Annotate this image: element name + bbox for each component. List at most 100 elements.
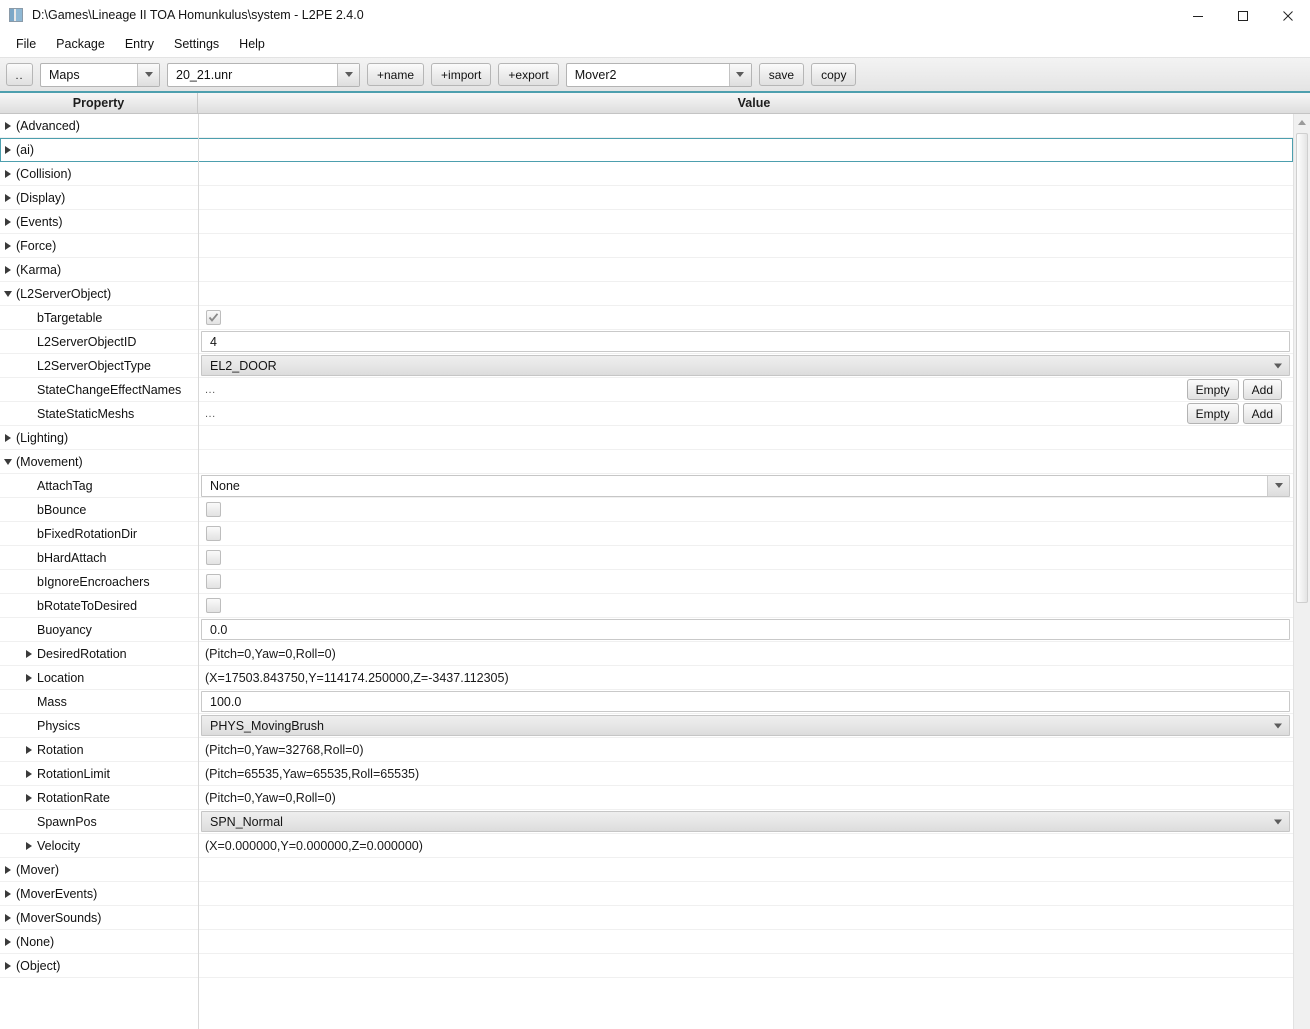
chevron-down-icon[interactable] xyxy=(1274,723,1282,728)
property-row[interactable]: L2ServerObjectID 4 xyxy=(0,330,1293,354)
expand-triangle-right-icon[interactable] xyxy=(0,937,16,946)
expand-triangle-right-icon[interactable] xyxy=(0,121,16,130)
property-row[interactable]: (ai) xyxy=(0,138,1293,162)
maximize-icon[interactable] xyxy=(1220,0,1265,31)
property-row[interactable]: StateChangeEffectNames... Empty Add xyxy=(0,378,1293,402)
property-row[interactable]: (Mover) xyxy=(0,858,1293,882)
checkbox-unchecked[interactable] xyxy=(206,574,221,589)
property-row[interactable]: Location (X=17503.843750,Y=114174.250000,… xyxy=(0,666,1293,690)
parent-dir-button[interactable]: .. xyxy=(6,63,33,86)
attach-tag-dropdown[interactable]: None xyxy=(201,474,1290,497)
close-icon[interactable] xyxy=(1265,0,1310,31)
value-dropdown[interactable]: EL2_DOOR xyxy=(201,355,1290,376)
column-header-property[interactable]: Property xyxy=(0,93,198,113)
menu-item-file[interactable]: File xyxy=(6,33,46,55)
column-splitter[interactable] xyxy=(198,114,199,1029)
expand-triangle-right-icon[interactable] xyxy=(0,217,16,226)
chevron-down-icon[interactable] xyxy=(1267,475,1289,496)
property-row[interactable]: Rotation (Pitch=0,Yaw=32768,Roll=0) xyxy=(0,738,1293,762)
scrollbar-thumb[interactable] xyxy=(1296,133,1308,603)
expand-triangle-right-icon[interactable] xyxy=(0,241,16,250)
expand-triangle-right-icon[interactable] xyxy=(21,793,37,802)
package-file-combo[interactable]: 20_21.unr xyxy=(167,62,360,87)
value-text-input[interactable]: 4 xyxy=(201,331,1290,352)
chevron-down-icon[interactable] xyxy=(728,63,751,86)
array-add-button[interactable]: Add xyxy=(1242,403,1282,424)
menu-item-settings[interactable]: Settings xyxy=(164,33,229,55)
property-row[interactable]: AttachTag None xyxy=(0,474,1293,498)
checkbox-checked[interactable] xyxy=(206,310,221,325)
property-row[interactable]: bFixedRotationDir xyxy=(0,522,1293,546)
expand-triangle-right-icon[interactable] xyxy=(0,146,16,154)
value-text-input[interactable]: 0.0 xyxy=(201,619,1290,640)
chevron-down-icon[interactable] xyxy=(1274,819,1282,824)
property-row[interactable]: StateStaticMeshs... Empty Add xyxy=(0,402,1293,426)
column-header-value[interactable]: Value xyxy=(198,93,1310,113)
property-row[interactable]: (MoverSounds) xyxy=(0,906,1293,930)
property-row[interactable]: Mass 100.0 xyxy=(0,690,1293,714)
collapse-triangle-down-icon[interactable] xyxy=(0,458,16,465)
property-row[interactable]: bIgnoreEncroachers xyxy=(0,570,1293,594)
property-row[interactable]: (None) xyxy=(0,930,1293,954)
expand-triangle-right-icon[interactable] xyxy=(21,649,37,658)
property-row[interactable]: bRotateToDesired xyxy=(0,594,1293,618)
menu-item-help[interactable]: Help xyxy=(229,33,275,55)
property-row[interactable]: (Events) xyxy=(0,210,1293,234)
expand-triangle-right-icon[interactable] xyxy=(0,865,16,874)
entry-combo[interactable]: Mover2 xyxy=(565,62,752,87)
add-import-button[interactable]: +import xyxy=(431,63,492,86)
chevron-down-icon[interactable] xyxy=(1274,363,1282,368)
add-name-button[interactable]: +name xyxy=(367,63,425,86)
expand-triangle-right-icon[interactable] xyxy=(0,913,16,922)
minimize-icon[interactable] xyxy=(1175,0,1220,31)
value-dropdown[interactable]: SPN_Normal xyxy=(201,811,1290,832)
expand-triangle-right-icon[interactable] xyxy=(0,193,16,202)
property-row[interactable]: bBounce xyxy=(0,498,1293,522)
value-text-input[interactable]: 100.0 xyxy=(201,691,1290,712)
property-row[interactable]: Velocity (X=0.000000,Y=0.000000,Z=0.00000… xyxy=(0,834,1293,858)
expand-triangle-right-icon[interactable] xyxy=(21,769,37,778)
menu-item-entry[interactable]: Entry xyxy=(115,33,164,55)
property-row[interactable]: bHardAttach xyxy=(0,546,1293,570)
checkbox-unchecked[interactable] xyxy=(206,598,221,613)
property-row[interactable]: (Advanced) xyxy=(0,114,1293,138)
checkbox-unchecked[interactable] xyxy=(206,550,221,565)
property-row[interactable]: RotationLimit (Pitch=65535,Yaw=65535,Roll… xyxy=(0,762,1293,786)
collapse-triangle-down-icon[interactable] xyxy=(0,290,16,297)
save-button[interactable]: save xyxy=(758,63,805,86)
value-dropdown[interactable]: PHYS_MovingBrush xyxy=(201,715,1290,736)
property-row[interactable]: SpawnPos SPN_Normal xyxy=(0,810,1293,834)
vertical-scrollbar[interactable] xyxy=(1293,114,1310,1029)
add-export-button[interactable]: +export xyxy=(498,63,559,86)
array-empty-button[interactable]: Empty xyxy=(1186,379,1239,400)
expand-triangle-right-icon[interactable] xyxy=(21,673,37,682)
checkbox-unchecked[interactable] xyxy=(206,502,221,517)
property-row[interactable]: L2ServerObjectType EL2_DOOR xyxy=(0,354,1293,378)
property-row[interactable]: bTargetable xyxy=(0,306,1293,330)
property-row[interactable]: Physics PHYS_MovingBrush xyxy=(0,714,1293,738)
expand-triangle-right-icon[interactable] xyxy=(21,841,37,850)
array-empty-button[interactable]: Empty xyxy=(1186,403,1239,424)
property-row[interactable]: (MoverEvents) xyxy=(0,882,1293,906)
property-row[interactable]: (Karma) xyxy=(0,258,1293,282)
scrollbar-track[interactable] xyxy=(1294,131,1310,1029)
chevron-down-icon[interactable] xyxy=(137,63,159,86)
property-row[interactable]: (Display) xyxy=(0,186,1293,210)
expand-triangle-right-icon[interactable] xyxy=(0,433,16,442)
property-row[interactable]: (Lighting) xyxy=(0,426,1293,450)
property-row[interactable]: (Collision) xyxy=(0,162,1293,186)
scroll-up-icon[interactable] xyxy=(1294,114,1310,131)
property-row[interactable]: (Force) xyxy=(0,234,1293,258)
expand-triangle-right-icon[interactable] xyxy=(0,889,16,898)
property-row[interactable]: Buoyancy 0.0 xyxy=(0,618,1293,642)
checkbox-unchecked[interactable] xyxy=(206,526,221,541)
menu-item-package[interactable]: Package xyxy=(46,33,115,55)
expand-triangle-right-icon[interactable] xyxy=(0,169,16,178)
property-row[interactable]: (Movement) xyxy=(0,450,1293,474)
property-row[interactable]: (L2ServerObject) xyxy=(0,282,1293,306)
property-row[interactable]: (Object) xyxy=(0,954,1293,978)
property-row[interactable]: DesiredRotation (Pitch=0,Yaw=0,Roll=0) xyxy=(0,642,1293,666)
expand-triangle-right-icon[interactable] xyxy=(0,265,16,274)
copy-button[interactable]: copy xyxy=(811,63,857,86)
expand-triangle-right-icon[interactable] xyxy=(21,745,37,754)
